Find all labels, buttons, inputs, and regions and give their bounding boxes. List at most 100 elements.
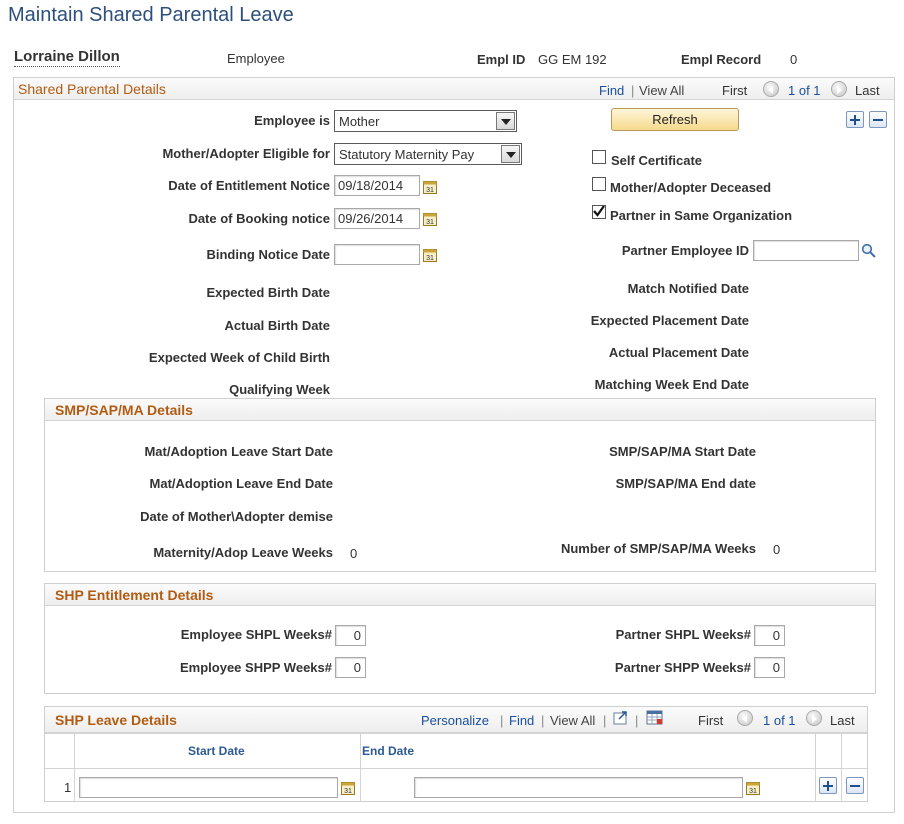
calendar-icon[interactable]: 31 [423, 247, 437, 262]
personalize-link[interactable]: Personalize [421, 713, 489, 728]
eligible-value: Statutory Maternity Pay [339, 147, 475, 162]
partner-empl-id-label: Partner Employee ID [621, 243, 749, 258]
empl-record-label: Empl Record [681, 52, 762, 67]
delete-leave-row-button[interactable] [846, 777, 864, 794]
smp-details-title: SMP/SAP/MA Details [55, 402, 193, 418]
leave-separator-3: | [603, 713, 607, 728]
svg-text:31: 31 [344, 788, 352, 795]
chevron-down-icon [501, 145, 520, 163]
match-notified-label: Match Notified Date [627, 281, 749, 296]
grid-last-label: Last [855, 83, 880, 98]
binding-notice-field[interactable] [334, 244, 420, 265]
qualifying-week-label: Qualifying Week [229, 382, 330, 397]
svg-text:31: 31 [426, 219, 434, 226]
shp-entitlement-title: SHP Entitlement Details [55, 587, 214, 603]
partner-shpp-field[interactable] [754, 657, 785, 678]
employee-role: Employee [227, 51, 285, 66]
add-leave-row-button[interactable] [819, 777, 837, 794]
employee-shpp-field[interactable] [335, 657, 366, 678]
refresh-button[interactable]: Refresh [611, 108, 739, 131]
page-title: Maintain Shared Parental Leave [8, 4, 294, 26]
deceased-label: Mother/Adopter Deceased [610, 180, 772, 195]
partner-same-org-checkbox[interactable] [592, 205, 606, 219]
leave-col-divider [360, 733, 361, 801]
col-end-date-header[interactable]: End Date [362, 744, 414, 758]
smp-start-label: SMP/SAP/MA Start Date [609, 444, 756, 459]
calendar-icon[interactable]: 31 [423, 211, 437, 226]
self-certificate-checkbox[interactable] [592, 150, 606, 164]
grid-separator: | [631, 83, 635, 98]
partner-shpp-label: Partner SHPP Weeks# [614, 660, 751, 675]
leave-weeks-label: Maternity/Adop Leave Weeks [153, 545, 333, 560]
calendar-icon[interactable]: 31 [423, 179, 437, 194]
col-start-date-header[interactable]: Start Date [188, 744, 245, 758]
deceased-checkbox[interactable] [592, 177, 606, 191]
demise-label: Date of Mother\Adopter demise [140, 509, 333, 524]
leave-separator-4: | [635, 713, 639, 728]
grid-prev-icon[interactable] [763, 81, 779, 97]
grid-counter: 1 of 1 [788, 83, 821, 98]
leave-view-all-link[interactable]: View All [550, 713, 595, 728]
self-certificate-label: Self Certificate [611, 153, 703, 168]
employee-is-value: Mother [339, 114, 380, 129]
leave-next-icon[interactable] [806, 710, 822, 726]
row-number: 1 [64, 780, 72, 795]
expected-week-label: Expected Week of Child Birth [148, 350, 330, 365]
entitlement-notice-label: Date of Entitlement Notice [168, 178, 330, 193]
svg-text:31: 31 [426, 255, 434, 262]
zoom-icon[interactable] [613, 710, 629, 725]
matching-week-end-label: Matching Week End Date [594, 377, 749, 392]
leave-weeks-value: 0 [350, 546, 358, 561]
grid-view-all-link[interactable]: View All [639, 83, 684, 98]
employee-shpl-field[interactable] [335, 625, 366, 646]
leave-prev-icon[interactable] [737, 710, 753, 726]
actual-birth-label: Actual Birth Date [224, 318, 330, 333]
refresh-label: Refresh [652, 112, 698, 127]
empl-id-value: GG EM 192 [538, 52, 607, 67]
empl-id-label: Empl ID [477, 52, 526, 67]
employee-is-select[interactable]: Mother [334, 110, 517, 132]
grid-first-label: First [722, 83, 748, 98]
leave-first-label: First [698, 713, 724, 728]
actual-placement-label: Actual Placement Date [608, 345, 749, 360]
employee-shpl-label: Employee SHPL Weeks# [180, 627, 332, 642]
calendar-icon[interactable]: 31 [341, 780, 355, 795]
shared-parental-details-title: Shared Parental Details [18, 81, 166, 97]
entitlement-notice-field[interactable] [334, 175, 420, 196]
partner-empl-id-field[interactable] [753, 240, 859, 261]
search-icon[interactable] [861, 243, 877, 259]
expected-birth-label: Expected Birth Date [206, 285, 330, 300]
smp-num-weeks-label: Number of SMP/SAP/MA Weeks [560, 541, 756, 556]
add-row-button[interactable] [846, 111, 864, 128]
svg-text:31: 31 [426, 187, 434, 194]
shp-leave-title: SHP Leave Details [55, 712, 177, 728]
grid-find-link[interactable]: Find [599, 83, 624, 98]
grid-next-icon[interactable] [831, 81, 847, 97]
download-icon[interactable] [646, 710, 663, 725]
eligible-select[interactable]: Statutory Maternity Pay [334, 143, 522, 165]
calendar-icon[interactable]: 31 [746, 780, 760, 795]
leave-col-divider [815, 733, 816, 801]
employee-is-label: Employee is [254, 113, 330, 128]
delete-row-button[interactable] [869, 111, 887, 128]
partner-shpl-label: Partner SHPL Weeks# [615, 627, 751, 642]
expected-placement-label: Expected Placement Date [590, 313, 749, 328]
partner-shpl-field[interactable] [754, 625, 785, 646]
eligible-label: Mother/Adopter Eligible for [162, 146, 330, 161]
leave-start-date-field[interactable] [79, 777, 338, 798]
leave-end-date-field[interactable] [414, 777, 743, 798]
chevron-down-icon [496, 112, 515, 130]
smp-end-label: SMP/SAP/MA End date [615, 476, 756, 491]
smp-num-weeks-value: 0 [773, 542, 781, 557]
svg-text:31: 31 [749, 788, 757, 795]
leave-separator-2: | [541, 713, 545, 728]
leave-col-divider [841, 733, 842, 801]
booking-notice-field[interactable] [334, 208, 420, 229]
binding-notice-label: Binding Notice Date [206, 247, 330, 262]
leave-col-header-row [45, 733, 867, 769]
leave-start-label: Mat/Adoption Leave Start Date [144, 444, 333, 459]
checkmark-icon [593, 205, 605, 217]
booking-notice-label: Date of Booking notice [188, 211, 330, 226]
leave-counter: 1 of 1 [763, 713, 796, 728]
leave-find-link[interactable]: Find [509, 713, 534, 728]
